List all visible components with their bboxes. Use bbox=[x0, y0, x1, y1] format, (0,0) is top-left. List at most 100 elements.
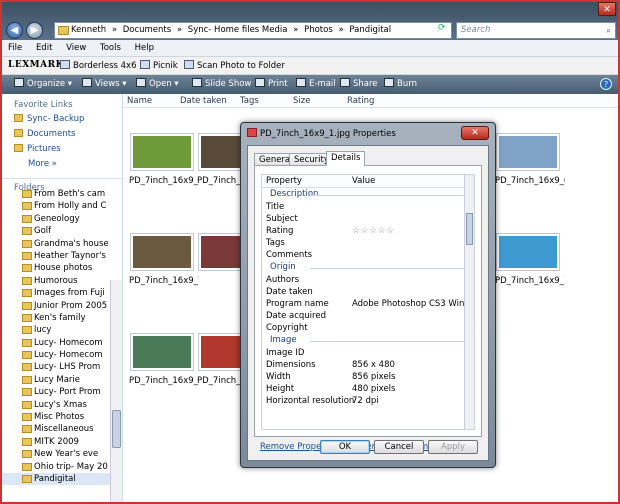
folder-item[interactable]: Lucy- Homecom bbox=[2, 349, 110, 361]
rating-stars[interactable]: ☆☆☆☆☆ bbox=[352, 225, 395, 237]
folder-item[interactable]: Junior Prom 2005 bbox=[2, 300, 110, 312]
folder-item[interactable]: From Beth's cam bbox=[2, 188, 110, 200]
menu-edit[interactable]: Edit bbox=[30, 40, 57, 53]
thumbnail-item[interactable]: PD_7inch_16x9_1.... bbox=[495, 233, 565, 286]
thumbnail-item[interactable]: PD_7inch_16x9_1.... bbox=[129, 133, 199, 186]
property-row[interactable]: Copyright bbox=[262, 322, 474, 334]
property-row[interactable]: Dimensions 856 x 480 bbox=[262, 359, 474, 371]
apply-button[interactable]: Apply bbox=[428, 440, 478, 454]
property-row[interactable]: Authors bbox=[262, 274, 474, 286]
breadcrumb-pandigital[interactable]: Pandigital bbox=[349, 25, 391, 35]
folder-item[interactable]: Geneology bbox=[2, 213, 110, 225]
refresh-icon[interactable]: ⟳ bbox=[438, 23, 446, 33]
property-row[interactable]: Horizontal resolution 72 dpi bbox=[262, 395, 474, 407]
folder-item[interactable]: Misc Photos bbox=[2, 411, 110, 423]
folder-item[interactable]: Lucy's Xmas bbox=[2, 399, 110, 411]
search-icon[interactable]: ⌕ bbox=[606, 24, 611, 39]
column-tags[interactable]: Tags bbox=[240, 96, 259, 106]
property-list[interactable]: Property Value Description Title Subject Ra… bbox=[261, 174, 475, 430]
folder-scrollbar[interactable] bbox=[110, 280, 122, 502]
fav-pictures[interactable]: Pictures bbox=[2, 142, 122, 157]
breadcrumb-photos[interactable]: Photos bbox=[304, 25, 333, 35]
folder-item[interactable]: Humorous bbox=[2, 275, 110, 287]
folder-item[interactable]: Lucy Marie bbox=[2, 374, 110, 386]
breadcrumb-kenneth[interactable]: Kenneth bbox=[71, 25, 106, 35]
folder-item[interactable]: Lucy- LHS Prom bbox=[2, 361, 110, 373]
property-list-header: Property Value bbox=[262, 175, 474, 188]
close-window-button[interactable]: ✕ bbox=[598, 2, 616, 16]
fav-sync-backup[interactable]: Sync- Backup bbox=[2, 112, 122, 127]
folder-icon bbox=[58, 26, 69, 35]
property-row[interactable]: Date acquired bbox=[262, 310, 474, 322]
share-button[interactable]: Share bbox=[340, 78, 378, 89]
property-row[interactable]: Image ID bbox=[262, 347, 474, 359]
folder-item[interactable]: Ohio trip- May 20 bbox=[2, 461, 110, 473]
folder-item[interactable]: Grandma's house bbox=[2, 238, 110, 250]
column-rating[interactable]: Rating bbox=[347, 96, 374, 106]
breadcrumb-documents[interactable]: Documents bbox=[123, 25, 171, 35]
organize-button[interactable]: Organize ▾ bbox=[14, 78, 72, 89]
email-button[interactable]: E-mail bbox=[296, 78, 336, 89]
property-row[interactable]: Title bbox=[262, 201, 474, 213]
tab-details[interactable]: Details bbox=[326, 151, 366, 166]
column-name[interactable]: Name bbox=[127, 96, 152, 106]
thumbnail-item[interactable]: PD_7inch_16x9_7.... bbox=[129, 233, 199, 286]
thumbnail-item[interactable]: PD_7inch_16x9_1.... bbox=[129, 333, 199, 386]
ok-button[interactable]: OK bbox=[320, 440, 370, 454]
picnik-button[interactable]: Picnik bbox=[140, 60, 178, 71]
property-row[interactable]: Date taken bbox=[262, 286, 474, 298]
burn-button[interactable]: Burn bbox=[384, 78, 417, 89]
slide-show-button[interactable]: Slide Show bbox=[192, 78, 251, 89]
scan-photo-button[interactable]: Scan Photo to Folder bbox=[184, 60, 285, 71]
help-icon[interactable]: ? bbox=[600, 78, 612, 90]
property-row[interactable]: Comments bbox=[262, 249, 474, 261]
folder-item[interactable]: MITK 2009 bbox=[2, 436, 110, 448]
value-column-header[interactable]: Value bbox=[352, 176, 375, 186]
column-date-taken[interactable]: Date taken bbox=[180, 96, 227, 106]
photo-thumbnail bbox=[130, 233, 194, 271]
borderless-4x6-button[interactable]: Borderless 4x6 bbox=[60, 60, 137, 71]
folder-item[interactable]: Golf bbox=[2, 225, 110, 237]
forward-button[interactable]: ▶ bbox=[26, 22, 43, 39]
folder-item[interactable]: Heather Taynor's bbox=[2, 250, 110, 262]
cancel-button[interactable]: Cancel bbox=[374, 440, 424, 454]
properties-dialog: PD_7inch_16x9_1.jpg Properties ✕ General… bbox=[240, 122, 496, 468]
property-scrollbar[interactable] bbox=[464, 175, 474, 429]
fav-documents[interactable]: Documents bbox=[2, 127, 122, 142]
property-row[interactable]: Height 480 pixels bbox=[262, 383, 474, 395]
property-row[interactable]: Rating ☆☆☆☆☆ bbox=[262, 225, 474, 237]
back-button[interactable]: ◀ bbox=[6, 22, 23, 39]
breadcrumb-sync-home-files-media[interactable]: Sync- Home files Media bbox=[188, 25, 288, 35]
address-bar[interactable]: Kenneth » Documents » Sync- Home files M… bbox=[54, 22, 452, 39]
folder-item[interactable]: House photos bbox=[2, 262, 110, 274]
property-column-header[interactable]: Property bbox=[266, 176, 302, 186]
folder-item[interactable]: Pandigital bbox=[2, 472, 110, 486]
more-link[interactable]: More » bbox=[2, 157, 122, 172]
property-row[interactable]: Program name Adobe Photoshop CS3 Win... bbox=[262, 298, 474, 310]
folder-item[interactable]: Ken's family bbox=[2, 312, 110, 324]
folder-item[interactable]: Miscellaneous bbox=[2, 423, 110, 435]
folder-item[interactable]: Images from Fuji bbox=[2, 287, 110, 299]
open-button[interactable]: Open ▾ bbox=[136, 78, 179, 89]
dialog-close-button[interactable]: ✕ bbox=[461, 126, 489, 140]
property-row[interactable]: Width 856 pixels bbox=[262, 371, 474, 383]
menu-help[interactable]: Help bbox=[129, 40, 159, 53]
folder-item[interactable]: Lucy- Homecom bbox=[2, 337, 110, 349]
column-size[interactable]: Size bbox=[293, 96, 310, 106]
search-input[interactable]: Search ⌕ bbox=[456, 22, 616, 39]
menu-view[interactable]: View bbox=[60, 40, 91, 53]
scrollbar-thumb[interactable] bbox=[466, 213, 473, 245]
views-button[interactable]: Views ▾ bbox=[82, 78, 127, 89]
menu-file[interactable]: File bbox=[2, 40, 27, 53]
property-row[interactable]: Subject bbox=[262, 213, 474, 225]
thumbnail-item[interactable]: PD_7inch_16x9_6.... bbox=[495, 133, 565, 186]
print-button[interactable]: Print bbox=[255, 78, 288, 89]
menu-tools[interactable]: Tools bbox=[94, 40, 126, 53]
folder-item[interactable]: From Holly and C bbox=[2, 200, 110, 212]
folder-icon bbox=[22, 425, 32, 434]
folder-item[interactable]: New Year's eve bbox=[2, 448, 110, 460]
property-row[interactable]: Tags bbox=[262, 237, 474, 249]
folder-item[interactable]: Lucy- Port Prom bbox=[2, 386, 110, 398]
folder-item[interactable]: lucy bbox=[2, 324, 110, 336]
scrollbar-thumb[interactable] bbox=[112, 410, 121, 448]
